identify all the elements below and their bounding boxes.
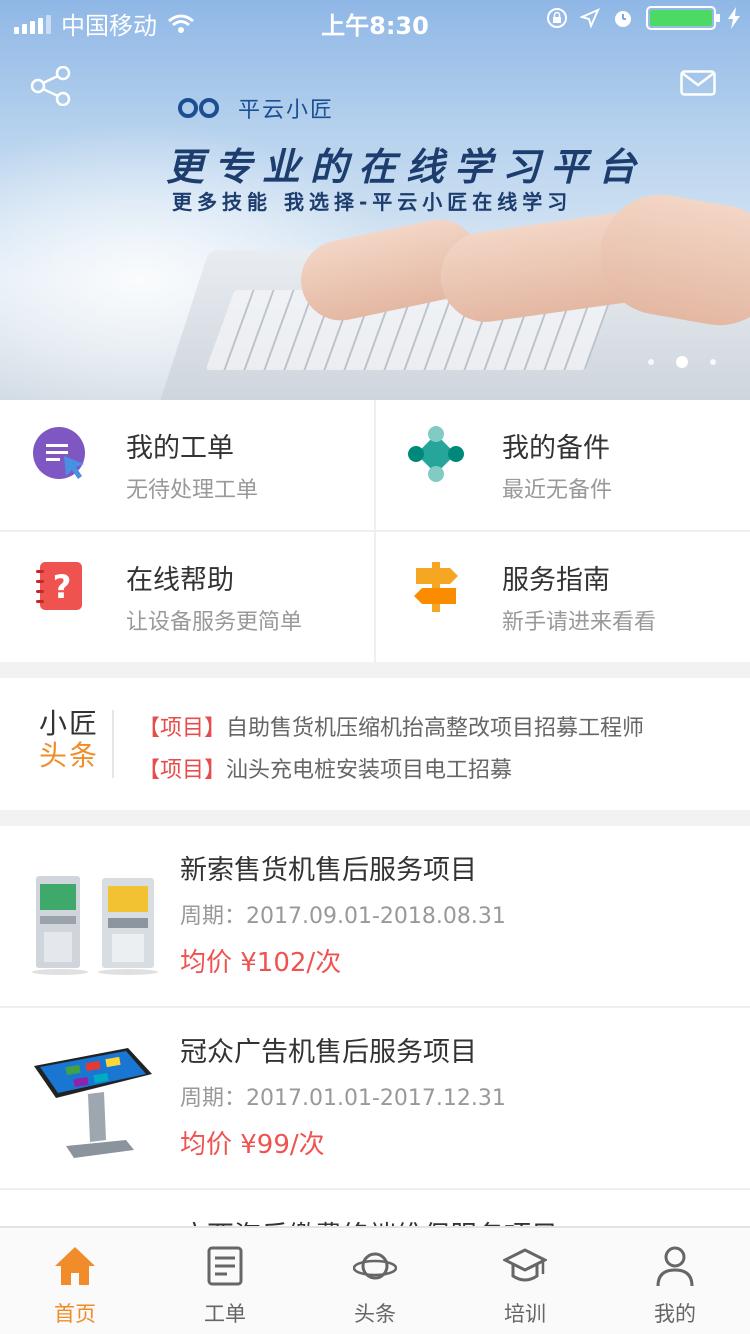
headline-tag: 【项目】 [138, 716, 227, 741]
project-item[interactable]: 新索售货机售后服务项目 周期：2017.09.01-2018.08.31 均价 … [0, 826, 750, 1008]
quick-link-title: 在线帮助 [126, 565, 234, 596]
quick-link-subtitle: 新手请进来看看 [502, 610, 657, 635]
help-notebook-icon: ? [36, 562, 82, 610]
quick-link-subtitle: 无待处理工单 [126, 478, 259, 503]
project-name: 新索售货机售后服务项目 [180, 855, 477, 886]
project-period: 周期：2017.09.01-2018.08.31 [180, 904, 506, 929]
quick-link-subtitle: 最近无备件 [502, 478, 613, 503]
banner-slogan: 更专业的在线学习平台 [166, 144, 647, 189]
location-arrow-icon [580, 8, 600, 28]
tab-label: 首页 [54, 1302, 96, 1326]
battery-indicator [646, 6, 720, 30]
app-root: 平云小匠 更专业的在线学习平台 更多技能 我选择-平云小匠在线学习 中国移动 上… [0, 0, 750, 1334]
quick-link-work-orders[interactable]: 我的工单 无待处理工单 [0, 400, 374, 530]
headline-text: 自助售货机压缩机抬高整改项目招募工程师 [226, 716, 645, 741]
quick-link-service-guide[interactable]: 服务指南 新手请进来看看 [376, 532, 750, 662]
quick-links-grid: 我的工单 无待处理工单 我的备件 最近无备件 ? 在线帮助 让设备服务更简单 服… [0, 400, 750, 662]
quick-link-online-help[interactable]: ? 在线帮助 让设备服务更简单 [0, 532, 374, 662]
carousel-indicator [648, 356, 716, 368]
headline-item[interactable]: 【项目】汕头充电桩安装项目电工招募 [138, 752, 512, 784]
ad-kiosk-image [34, 1048, 152, 1158]
planet-icon [353, 1252, 397, 1280]
carousel-dot[interactable] [710, 359, 716, 365]
bottom-tab-bar: 首页 工单 头条 培训 我的 [0, 1226, 750, 1334]
spare-parts-icon [408, 426, 464, 482]
headlines-divider [112, 710, 114, 778]
mail-icon[interactable] [680, 70, 716, 96]
headlines-brand-line1: 小匠 [38, 707, 99, 740]
banner-subslogan: 更多技能 我选择-平云小匠在线学习 [172, 190, 573, 214]
quick-link-title: 我的备件 [502, 433, 610, 464]
work-order-icon [33, 427, 85, 479]
headline-text: 汕头充电桩安装项目电工招募 [226, 758, 513, 783]
carousel-dot-active[interactable] [676, 356, 688, 368]
project-price: 均价 ¥99/次 [180, 1130, 325, 1160]
status-right [546, 6, 740, 30]
tab-home[interactable]: 首页 [0, 1228, 150, 1334]
quick-link-title: 我的工单 [126, 433, 234, 464]
vending-machine-image [32, 876, 158, 975]
person-icon [656, 1246, 694, 1287]
project-list: 新索售货机售后服务项目 周期：2017.09.01-2018.08.31 均价 … [0, 826, 750, 1246]
status-bar: 中国移动 上午8:30 [0, 0, 750, 40]
headlines-section[interactable]: 小匠 头条 【项目】自助售货机压缩机抬高整改项目招募工程师 【项目】汕头充电桩安… [0, 678, 750, 810]
quick-link-spare-parts[interactable]: 我的备件 最近无备件 [376, 400, 750, 530]
banner-logo: 平云小匠 [176, 92, 334, 124]
charging-bolt-icon [728, 7, 740, 29]
project-item[interactable]: 冠众广告机售后服务项目 周期：2017.01.01-2017.12.31 均价 … [0, 1008, 750, 1190]
tab-label: 培训 [504, 1302, 546, 1326]
pingyun-logo-icon [178, 98, 219, 118]
document-icon [207, 1246, 243, 1286]
tab-work-orders[interactable]: 工单 [150, 1228, 300, 1334]
carousel-dot[interactable] [648, 359, 654, 365]
home-icon [55, 1247, 95, 1285]
svg-text:?: ? [53, 568, 72, 606]
tab-label: 工单 [204, 1302, 246, 1326]
quick-link-subtitle: 让设备服务更简单 [126, 610, 303, 635]
share-icon[interactable] [30, 66, 72, 106]
headline-tag: 【项目】 [138, 758, 227, 783]
project-price: 均价 ¥102/次 [180, 948, 342, 978]
graduation-cap-icon [503, 1248, 547, 1282]
headlines-brand: 小匠 头条 [34, 708, 104, 772]
headlines-brand-line2: 头条 [38, 739, 99, 772]
tab-headlines[interactable]: 头条 [300, 1228, 450, 1334]
tab-label: 头条 [354, 1302, 396, 1326]
rotation-lock-icon [547, 8, 567, 28]
project-period: 周期：2017.01.01-2017.12.31 [180, 1086, 506, 1111]
headline-item[interactable]: 【项目】自助售货机压缩机抬高整改项目招募工程师 [138, 710, 644, 742]
project-name: 冠众广告机售后服务项目 [180, 1037, 477, 1068]
tab-training[interactable]: 培训 [450, 1228, 600, 1334]
battery-fill [650, 10, 712, 26]
tab-label: 我的 [654, 1302, 696, 1326]
banner-carousel[interactable]: 平云小匠 更专业的在线学习平台 更多技能 我选择-平云小匠在线学习 [0, 0, 750, 400]
tab-profile[interactable]: 我的 [600, 1228, 750, 1334]
banner-logo-text: 平云小匠 [238, 98, 335, 123]
quick-link-title: 服务指南 [502, 565, 610, 596]
alarm-icon [615, 11, 631, 27]
signpost-icon [414, 562, 458, 612]
